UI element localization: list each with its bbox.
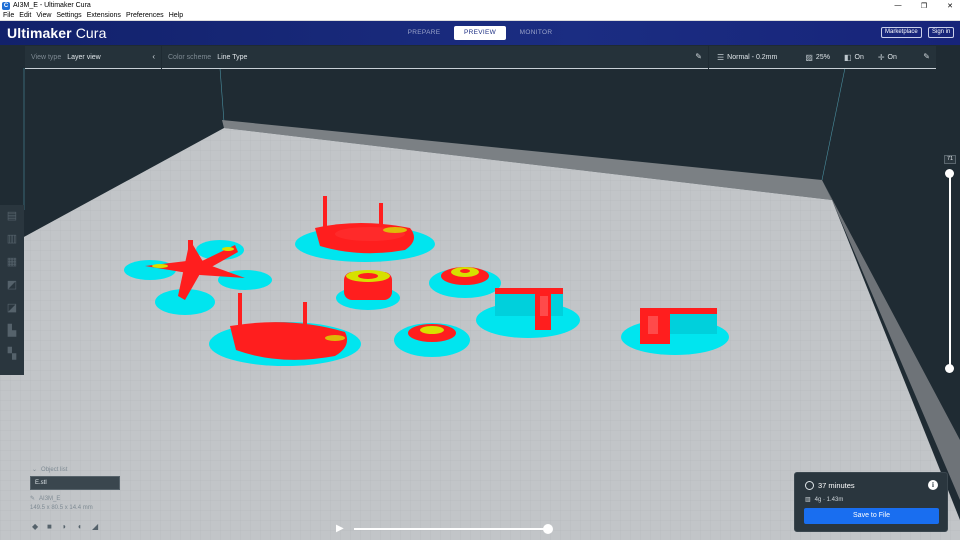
- view-orientation-buttons: ◆ ■ ◗ ◖ ◢: [32, 522, 101, 531]
- per-model-settings-icon[interactable]: ▙: [6, 324, 19, 339]
- info-icon[interactable]: i: [928, 480, 938, 490]
- window-titlebar: C AI3M_E - Ultimaker Cura — ❐ ✕: [0, 0, 960, 11]
- build-volume-edge: [821, 67, 846, 181]
- tab-prepare[interactable]: PREPARE: [400, 26, 448, 40]
- view-type-value[interactable]: Layer view: [67, 54, 100, 61]
- chevron-left-icon[interactable]: ‹: [152, 52, 155, 61]
- object-list: ⌄ Object list E.stl ✎ AI3M_E 149.5 x 80.…: [30, 466, 130, 511]
- job-name-row[interactable]: ✎ AI3M_E: [30, 495, 130, 503]
- save-to-file-button[interactable]: Save to File: [804, 508, 939, 524]
- build-plate-scene: [0, 67, 960, 540]
- adhesion-icon: ✛: [877, 52, 885, 62]
- object-dimensions: 149.5 x 80.5 x 14.4 mm: [30, 505, 93, 511]
- pencil-icon: ✎: [30, 496, 36, 502]
- clock-icon: [805, 481, 814, 490]
- build-volume-edge: [219, 67, 225, 123]
- menu-extensions[interactable]: Extensions: [87, 12, 121, 19]
- rotate-icon[interactable]: ◩: [6, 278, 19, 293]
- spool-icon: ▥: [805, 497, 811, 503]
- color-scheme-label: Color scheme: [168, 53, 212, 61]
- move-icon[interactable]: ▥: [6, 232, 19, 247]
- color-scheme-panel[interactable]: Color scheme Line Type ✎: [162, 46, 708, 69]
- object-list-title: Object list: [41, 466, 68, 473]
- simulation-handle[interactable]: [543, 524, 553, 534]
- menu-help[interactable]: Help: [169, 12, 183, 19]
- menu-view[interactable]: View: [36, 12, 51, 19]
- tab-monitor[interactable]: MONITOR: [512, 26, 560, 40]
- view-type-panel[interactable]: View type Layer view ‹: [25, 46, 161, 69]
- brand-logo: Ultimaker Cura: [7, 25, 106, 41]
- menu-preferences[interactable]: Preferences: [126, 12, 164, 19]
- profile-icon: ☰: [717, 52, 725, 62]
- support-value: On: [854, 53, 864, 61]
- profile-item[interactable]: ☰ Normal - 0.2mm: [717, 53, 777, 62]
- simulation-track[interactable]: [354, 528, 548, 530]
- support-blocker-icon[interactable]: ▚: [6, 347, 19, 362]
- job-name: AI3M_E: [39, 495, 61, 502]
- print-estimate-panel: 37 minutes i ▥ 4g · 1.43m Save to File: [794, 472, 948, 532]
- mirror-icon[interactable]: ◪: [6, 301, 19, 316]
- brand-bold: Ultimaker: [7, 25, 72, 41]
- play-icon[interactable]: ▶: [336, 522, 348, 536]
- stage-tabs: PREPARE PREVIEW MONITOR: [400, 26, 560, 40]
- profile-value: Normal - 0.2mm: [727, 53, 778, 61]
- layer-handle-bottom[interactable]: [945, 364, 954, 373]
- close-button[interactable]: ✕: [944, 2, 956, 10]
- infill-icon: ▨: [805, 52, 813, 62]
- support-icon: ◧: [843, 52, 852, 62]
- front-view-icon[interactable]: ■: [47, 522, 56, 531]
- pencil-icon[interactable]: ✎: [923, 52, 930, 61]
- left-view-icon[interactable]: ◖: [77, 522, 86, 531]
- minimize-button[interactable]: —: [892, 2, 904, 9]
- adhesion-value: On: [887, 53, 897, 61]
- chevron-down-icon: ⌄: [32, 467, 38, 473]
- 3d-viewport[interactable]: [0, 45, 960, 540]
- maximize-button[interactable]: ❐: [918, 2, 930, 10]
- cura-app-icon: C: [2, 1, 10, 10]
- simulation-bar: ▶: [336, 522, 556, 536]
- app-header: Ultimaker Cura PREPARE PREVIEW MONITOR M…: [0, 21, 960, 45]
- pencil-icon[interactable]: ✎: [695, 52, 702, 61]
- layer-handle-top[interactable]: [945, 169, 954, 178]
- sign-in-button[interactable]: Sign in: [928, 27, 955, 38]
- menu-edit[interactable]: Edit: [19, 12, 31, 19]
- print-time: 37 minutes: [818, 481, 855, 490]
- print-settings-panel[interactable]: ☰ Normal - 0.2mm ▨ 25% ◧ On ✛ On ✎: [709, 46, 936, 69]
- view-type-label: View type: [31, 53, 62, 61]
- right-view-icon[interactable]: ◢: [92, 522, 101, 531]
- marketplace-button[interactable]: Marketplace: [881, 27, 922, 38]
- open-icon[interactable]: ▤: [6, 209, 19, 224]
- menu-file[interactable]: File: [3, 12, 14, 19]
- window-title: AI3M_E - Ultimaker Cura: [13, 2, 91, 9]
- layer-number[interactable]: 71: [944, 155, 956, 164]
- menu-settings[interactable]: Settings: [56, 12, 81, 19]
- material-usage: 4g · 1.43m: [814, 496, 844, 503]
- material-row: ▥ 4g · 1.43m: [805, 496, 844, 504]
- window-controls: — ❐ ✕: [892, 0, 956, 11]
- layer-track[interactable]: [949, 173, 951, 368]
- top-view-icon[interactable]: ◗: [62, 522, 71, 531]
- model-round-bottom: [394, 323, 470, 357]
- left-toolbar: ▤ ▥ ▦ ◩ ◪ ▙ ▚: [0, 205, 24, 375]
- object-list-header[interactable]: ⌄ Object list: [32, 466, 130, 474]
- print-time-row: 37 minutes: [805, 481, 855, 490]
- infill-value: 25%: [815, 53, 830, 61]
- object-list-file[interactable]: E.stl: [30, 476, 120, 490]
- model-gear: [336, 270, 400, 310]
- layer-slider[interactable]: 71: [944, 155, 956, 375]
- 3d-view-icon[interactable]: ◆: [32, 522, 41, 531]
- support-item[interactable]: ◧ On: [844, 53, 864, 62]
- infill-item[interactable]: ▨ 25%: [805, 53, 830, 62]
- color-scheme-value[interactable]: Line Type: [217, 54, 247, 61]
- brand-light: Cura: [71, 25, 107, 41]
- scale-icon[interactable]: ▦: [6, 255, 19, 270]
- adhesion-item[interactable]: ✛ On: [878, 53, 897, 62]
- menu-bar: File Edit View Settings Extensions Prefe…: [0, 11, 960, 21]
- tab-preview[interactable]: PREVIEW: [454, 26, 506, 40]
